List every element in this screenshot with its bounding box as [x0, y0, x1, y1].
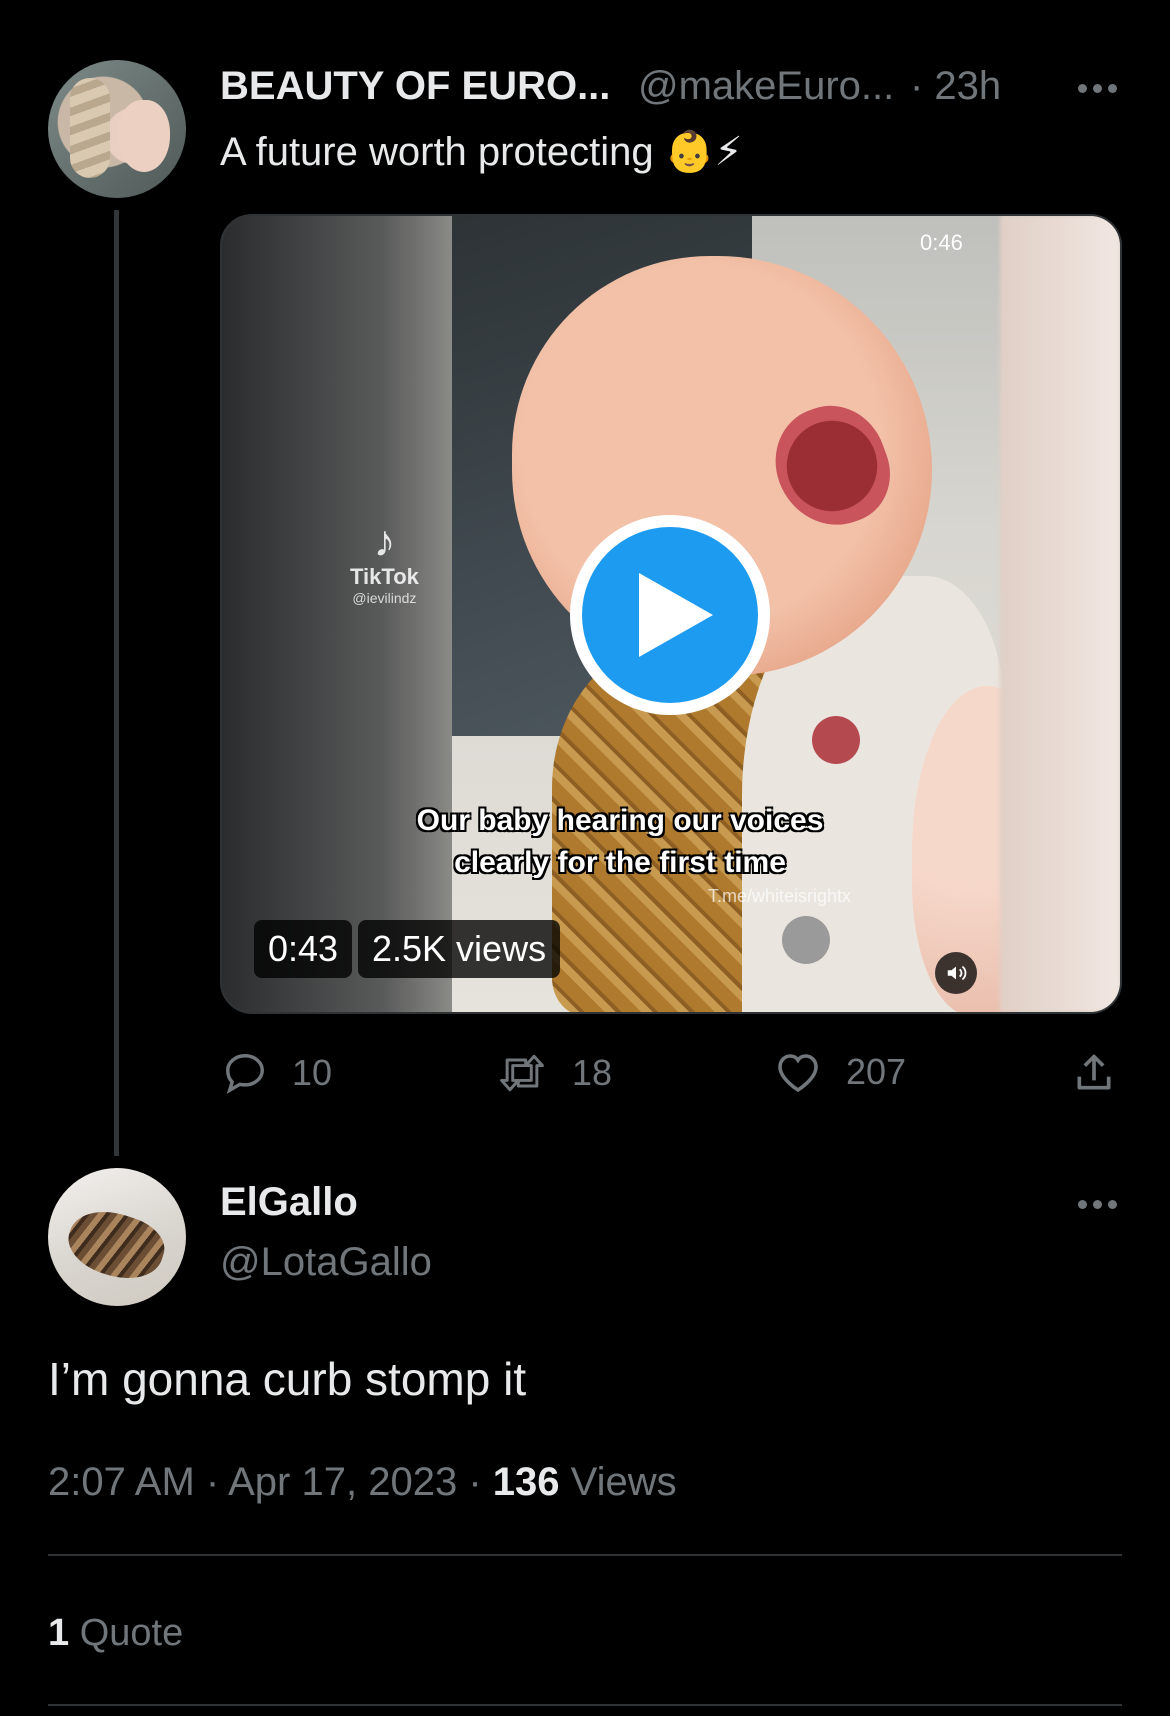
parent-display-name[interactable]: BEAUTY OF EURO...: [220, 64, 610, 109]
retweet-action[interactable]: 18: [496, 1050, 612, 1096]
retweet-count: 18: [572, 1052, 613, 1093]
more-icon[interactable]: [1078, 84, 1117, 93]
reply-tweet-text: I’m gonna curb stomp it: [48, 1353, 527, 1405]
avatar-elgallo[interactable]: [48, 1168, 186, 1306]
divider-bottom: [48, 1704, 1122, 1706]
video-caption: Our baby hearing our voices clearly for …: [416, 804, 824, 879]
quotes-link[interactable]: 1 Quote: [48, 1612, 183, 1655]
reply-action[interactable]: 10: [222, 1050, 332, 1096]
volume-icon[interactable]: [935, 952, 977, 994]
tweet-time[interactable]: 2:07 AM: [48, 1460, 195, 1504]
reply-count: 10: [292, 1052, 333, 1093]
retweet-icon: [500, 1054, 544, 1092]
divider: [48, 1554, 1122, 1556]
views-count: 136: [492, 1460, 560, 1504]
avatar-beauty-of-euro[interactable]: [48, 60, 186, 198]
video-duration: 0:46: [920, 230, 963, 255]
share-icon: [1077, 1054, 1111, 1090]
parent-tweet-body: A future worth protecting: [220, 130, 654, 174]
parent-time[interactable]: · 23h: [910, 64, 1001, 109]
parent-tweet-text: A future worth protecting 👶⚡: [220, 128, 743, 175]
quotes-label: Quote: [79, 1612, 184, 1654]
tweet-thread: BEAUTY OF EURO... @makeEuro... · 23h A f…: [0, 0, 1170, 1716]
like-count: 207: [846, 1051, 907, 1092]
like-action[interactable]: 207: [774, 1050, 906, 1094]
emoji-baby-lightning: 👶⚡: [664, 130, 743, 174]
video-views-badge: 2.5K views: [358, 920, 561, 978]
views-label: Views: [570, 1460, 677, 1504]
like-icon: [778, 1054, 818, 1093]
tiktok-brand: TikTok: [350, 564, 419, 589]
parent-handle[interactable]: @makeEuro...: [638, 64, 894, 109]
tiktok-icon: ♪: [373, 517, 396, 566]
tweet-metadata: 2:07 AM · Apr 17, 2023 · 136 Views: [48, 1460, 677, 1504]
tiktok-handle: @ievilindz: [352, 590, 417, 606]
thread-connector: [114, 210, 119, 1156]
reply-icon: [226, 1054, 264, 1094]
reply-more-icon[interactable]: [1078, 1200, 1117, 1209]
video-timestamp-badge: 0:43: [254, 920, 353, 978]
quotes-count: 1: [48, 1612, 70, 1654]
reply-handle[interactable]: @LotaGallo: [220, 1240, 432, 1285]
tweet-date[interactable]: Apr 17, 2023: [228, 1460, 457, 1504]
play-button[interactable]: [570, 515, 770, 715]
play-icon: [639, 573, 713, 657]
reply-display-name[interactable]: ElGallo: [220, 1180, 358, 1225]
share-action[interactable]: [1072, 1050, 1116, 1096]
tiktok-watermark: ♪ TikTok @ievilindz: [350, 517, 419, 607]
video-watermark: T.me/whiteisrightx: [708, 886, 852, 906]
